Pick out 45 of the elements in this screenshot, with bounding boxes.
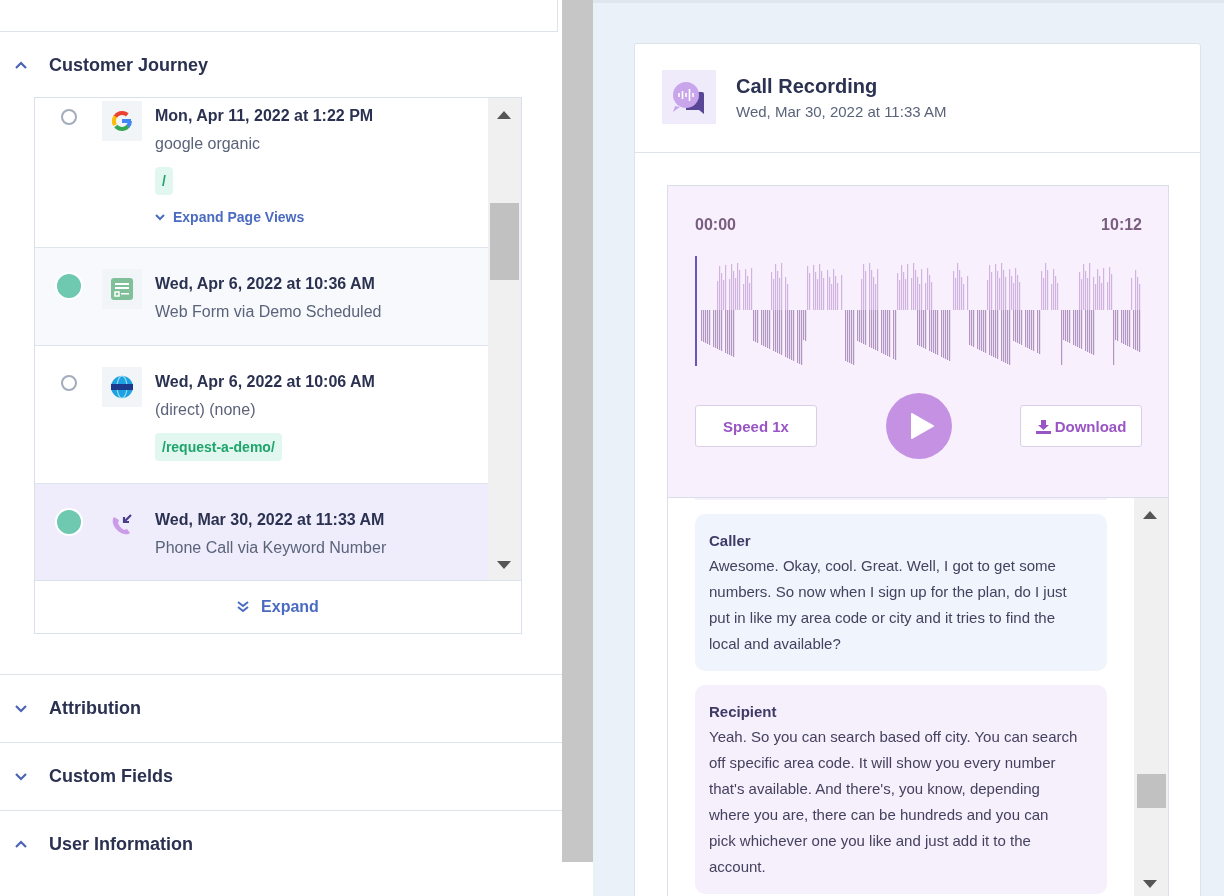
event-date: Wed, Mar 30, 2022 at 11:33 AM bbox=[155, 511, 385, 529]
scroll-down-arrow-icon bbox=[496, 560, 512, 570]
section-header[interactable]: Custom Fields bbox=[0, 743, 562, 810]
scrollbar-thumb[interactable] bbox=[1137, 774, 1166, 808]
page-tag: / bbox=[155, 167, 173, 195]
section-header[interactable]: Attribution bbox=[0, 675, 562, 742]
event-source: (direct) (none) bbox=[155, 401, 256, 419]
google-logo-icon bbox=[111, 110, 133, 132]
event-date: Mon, Apr 11, 2022 at 1:22 PM bbox=[155, 107, 374, 125]
speaker-name: Recipient bbox=[709, 703, 778, 720]
event-source: Web Form via Demo Scheduled bbox=[155, 303, 382, 321]
scroll-up-arrow-icon bbox=[1142, 510, 1158, 520]
section-header[interactable]: Customer Journey bbox=[0, 32, 562, 99]
timeline-event[interactable]: Mon, Apr 11, 2022 at 1:22 PM google organic / Expand Page Views bbox=[35, 98, 488, 248]
scrollbar[interactable] bbox=[1134, 498, 1168, 896]
speed-button[interactable]: Speed 1x bbox=[695, 405, 817, 447]
expand-page-views-link[interactable]: Expand Page Views bbox=[155, 209, 305, 225]
timeline-event[interactable]: Wed, Mar 30, 2022 at 11:33 AM Phone Call via Keyword Number bbox=[35, 484, 488, 580]
play-icon bbox=[909, 413, 934, 439]
event-source: google organic bbox=[155, 135, 260, 153]
recording-date: Wed, Mar 30, 2022 at 11:33 AM bbox=[736, 102, 947, 120]
message-text: Yeah. So you can search based off city. You can search off specific area code. It will show you every number that's available. And there's, you know, depending where you are, there can be hundreds and you can pick whichever one you like and just add it to the account. bbox=[709, 727, 1079, 877]
speaker-name: Caller bbox=[709, 532, 752, 549]
section-header[interactable]: User Information bbox=[0, 811, 562, 878]
scroll-down-arrow-icon bbox=[1142, 879, 1158, 889]
scroll-up-arrow-icon bbox=[496, 110, 512, 120]
message-text: Awesome. Okay, cool. Great. Well, I got to get some numbers. So now when I sign up for the plan, do I just put in like my area code or city and it tries to find the local and available? bbox=[709, 556, 1068, 654]
scrollbar-thumb[interactable] bbox=[490, 203, 519, 280]
event-source: Phone Call via Keyword Number bbox=[155, 539, 387, 557]
double-chevron-down-icon bbox=[237, 601, 250, 613]
end-time: 10:12 bbox=[1101, 216, 1142, 234]
chevron-down-icon bbox=[155, 213, 165, 221]
timeline-event[interactable]: Wed, Apr 6, 2022 at 10:06 AM (direct) (none) /request-a-demo/ bbox=[35, 346, 488, 484]
timeline-event[interactable]: Wed, Apr 6, 2022 at 10:36 AM Web Form via Demo Scheduled bbox=[35, 248, 488, 346]
web-form-icon bbox=[109, 276, 135, 302]
globe-icon bbox=[110, 375, 134, 399]
call-recording-icon bbox=[662, 70, 716, 124]
event-date: Wed, Apr 6, 2022 at 10:36 AM bbox=[155, 275, 375, 293]
scrollbar[interactable] bbox=[488, 98, 521, 580]
download-button[interactable]: Download bbox=[1020, 405, 1142, 447]
event-date: Wed, Apr 6, 2022 at 10:06 AM bbox=[155, 373, 375, 391]
card-title: Call Recording bbox=[736, 74, 879, 98]
page-tag: /request-a-demo/ bbox=[155, 433, 282, 461]
download-icon bbox=[1035, 418, 1051, 434]
start-time: 00:00 bbox=[695, 216, 736, 234]
